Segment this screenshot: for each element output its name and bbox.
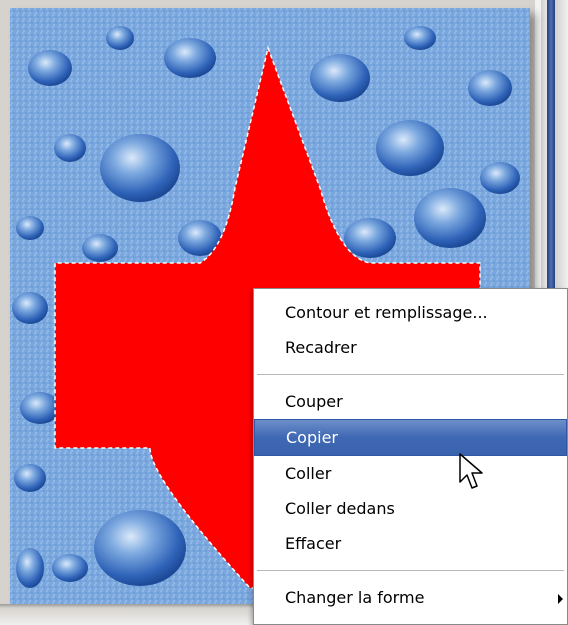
context-menu: Contour et remplissage... Recadrer Coupe… xyxy=(253,288,568,625)
menu-item-coller-dedans[interactable]: Coller dedans xyxy=(254,491,567,526)
menu-item-effacer[interactable]: Effacer xyxy=(254,526,567,561)
submenu-arrow-icon xyxy=(558,594,563,604)
menu-item-recadrer[interactable]: Recadrer xyxy=(254,330,567,365)
menu-item-copier[interactable]: Copier xyxy=(254,419,567,456)
menu-item-changer-la-forme[interactable]: Changer la forme xyxy=(254,580,567,615)
menu-item-couper[interactable]: Couper xyxy=(254,384,567,419)
menu-item-label: Changer la forme xyxy=(285,588,425,607)
menu-separator xyxy=(257,570,564,571)
menu-item-coller[interactable]: Coller xyxy=(254,456,567,491)
menu-separator xyxy=(257,374,564,375)
menu-item-contour[interactable]: Contour et remplissage... xyxy=(254,295,567,330)
